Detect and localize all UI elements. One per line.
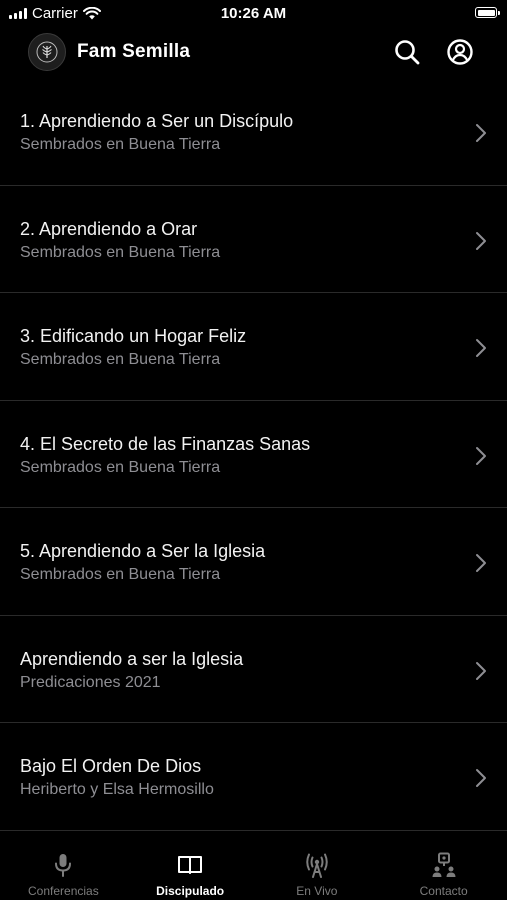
item-title: Bajo El Orden De Dios: [20, 756, 202, 776]
item-subtitle: Sembrados en Buena Tierra: [20, 566, 221, 583]
course-list: 1. Aprendiendo a Ser un Discípulo Sembra…: [0, 78, 507, 831]
tab-contacto[interactable]: Contacto: [380, 834, 507, 900]
list-item[interactable]: 3. Edificando un Hogar Feliz Sembrados e…: [0, 293, 507, 401]
item-subtitle: Heriberto y Elsa Hermosillo: [20, 781, 214, 798]
tab-label: Contacto: [419, 884, 468, 898]
profile-circle-icon[interactable]: [445, 37, 475, 67]
list-item[interactable]: Aprendiendo a ser la Iglesia Predicacion…: [0, 616, 507, 723]
chevron-right-icon: [476, 339, 486, 357]
chevron-right-icon: [476, 124, 486, 142]
list-item[interactable]: Bajo El Orden De Dios Heriberto y Elsa H…: [0, 723, 507, 831]
microphone-icon: [55, 854, 72, 877]
item-title: 1. Aprendiendo a Ser un Discípulo: [20, 111, 294, 131]
list-item[interactable]: 4. El Secreto de las Finanzas Sanas Semb…: [0, 401, 507, 508]
app-header: Fam Semilla: [0, 30, 507, 76]
item-subtitle: Sembrados en Buena Tierra: [20, 243, 221, 261]
item-title: 2. Aprendiendo a Orar: [20, 218, 198, 239]
list-item[interactable]: 2. Aprendiendo a Orar Sembrados en Buena…: [0, 186, 507, 293]
chevron-right-icon: [476, 446, 486, 465]
status-bar: Carrier 10:26 AM: [0, 0, 507, 28]
wheat-seal-icon[interactable]: [28, 33, 66, 71]
tab-label: Conferencias: [28, 884, 99, 898]
list-item[interactable]: 5. Aprendiendo a Ser la Iglesia Sembrado…: [0, 508, 507, 616]
item-title: Aprendiendo a ser la Iglesia: [20, 648, 244, 669]
tab-conferencias[interactable]: Conferencias: [0, 834, 127, 900]
tab-discipulado[interactable]: Discipulado: [127, 834, 254, 900]
chevron-right-icon: [476, 661, 486, 680]
item-title: 3. Edificando un Hogar Feliz: [20, 326, 247, 346]
broadcast-icon: [306, 853, 328, 878]
list-item[interactable]: 1. Aprendiendo a Ser un Discípulo Sembra…: [0, 78, 507, 186]
tab-en-vivo[interactable]: En Vivo: [254, 834, 381, 900]
tab-label: Discipulado: [156, 884, 225, 898]
status-time: 10:26 AM: [220, 5, 287, 22]
contact-icon: [432, 852, 456, 877]
item-title: 5. Aprendiendo a Ser la Iglesia: [20, 541, 266, 561]
chevron-right-icon: [476, 231, 486, 250]
search-icon[interactable]: [392, 37, 422, 67]
chevron-right-icon: [476, 554, 486, 572]
chevron-right-icon: [476, 769, 486, 787]
item-subtitle: Sembrados en Buena Tierra: [20, 136, 221, 153]
item-subtitle: Sembrados en Buena Tierra: [20, 458, 221, 476]
battery-icon: [475, 7, 500, 18]
tab-label: En Vivo: [296, 884, 338, 898]
item-subtitle: Predicaciones 2021: [20, 673, 161, 691]
app-title: Fam Semilla: [77, 41, 191, 62]
book-icon: [178, 856, 203, 874]
tab-bar: Conferencias Discipulado En Vivo Contact…: [0, 834, 507, 900]
item-subtitle: Sembrados en Buena Tierra: [20, 351, 221, 368]
item-title: 4. El Secreto de las Finanzas Sanas: [20, 433, 311, 454]
